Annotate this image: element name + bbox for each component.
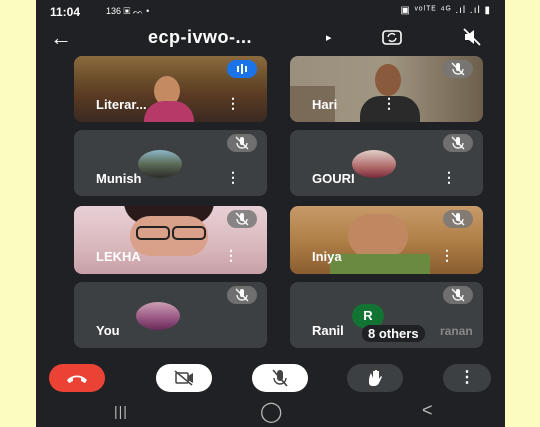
participant-tile[interactable]: Literar... ⋮ xyxy=(74,56,267,122)
participant-name: Hari xyxy=(312,97,338,112)
camera-toggle-button[interactable] xyxy=(156,364,212,392)
status-right-icons: ▣ ᵛᵒˡᵀᴱ ⁴ᴳ .ıl .ıl ▮ xyxy=(400,5,491,16)
participant-name: You xyxy=(96,323,120,338)
mic-active-icon xyxy=(227,60,257,78)
nav-back-icon[interactable]: < xyxy=(422,400,433,421)
status-bar: 11:04 136 ▣ ᨓ • ▣ ᵛᵒˡᵀᴱ ⁴ᴳ .ıl .ıl ▮ xyxy=(36,0,505,24)
overlapped-name: ranan xyxy=(440,324,473,338)
participant-tile[interactable]: LEKHA ⋮ xyxy=(74,206,267,274)
recents-icon[interactable]: ||| xyxy=(114,403,128,419)
switch-camera-icon[interactable] xyxy=(381,26,403,53)
others-tile[interactable]: R Ranil ranan 8 others xyxy=(290,282,483,348)
participant-name: Iniya xyxy=(312,249,342,264)
avatar xyxy=(138,150,182,178)
status-left-icons: 136 ▣ ᨓ • xyxy=(106,6,150,16)
speaker-off-icon[interactable] xyxy=(461,26,483,53)
system-nav-bar: ||| ◯ < xyxy=(36,396,505,427)
chevron-right-icon[interactable]: ▸ xyxy=(326,31,332,44)
status-time: 11:04 xyxy=(50,5,81,19)
more-options-icon[interactable]: ⋮ xyxy=(226,169,240,186)
mic-muted-icon xyxy=(443,210,473,228)
more-options-icon[interactable]: ⋮ xyxy=(226,95,240,112)
mic-toggle-button[interactable] xyxy=(252,364,308,392)
more-options-icon[interactable]: ⋮ xyxy=(440,247,454,264)
more-options-icon[interactable]: ⋮ xyxy=(442,169,456,186)
back-arrow-icon[interactable]: ← xyxy=(50,26,72,50)
others-count-label: 8 others xyxy=(362,325,425,342)
mic-muted-icon xyxy=(227,134,257,152)
mic-muted-icon xyxy=(443,60,473,78)
participant-name: Ranil xyxy=(312,323,344,338)
participant-name: GOURI xyxy=(312,171,355,186)
participant-tile[interactable]: GOURI ⋮ xyxy=(290,130,483,196)
participant-tile[interactable]: You xyxy=(74,282,267,348)
mic-muted-icon xyxy=(227,210,257,228)
participant-name: Literar... xyxy=(96,97,147,112)
participant-tile[interactable]: Hari ⋮ xyxy=(290,56,483,122)
avatar xyxy=(352,150,396,178)
participant-tile[interactable]: Iniya ⋮ xyxy=(290,206,483,274)
mic-muted-icon xyxy=(443,286,473,304)
mic-muted-icon xyxy=(443,134,473,152)
participant-tile[interactable]: Munish ⋮ xyxy=(74,130,267,196)
more-options-icon[interactable]: ⋮ xyxy=(382,95,396,112)
avatar xyxy=(136,302,180,330)
participant-name: LEKHA xyxy=(96,249,141,264)
more-options-button[interactable]: ⋮ xyxy=(443,364,491,392)
home-icon[interactable]: ◯ xyxy=(260,399,282,424)
raise-hand-button[interactable] xyxy=(347,364,403,392)
call-controls: ⋮ xyxy=(36,360,505,396)
more-options-icon[interactable]: ⋮ xyxy=(224,247,238,264)
participant-name: Munish xyxy=(96,171,142,186)
mic-muted-icon xyxy=(227,286,257,304)
meeting-header: ← ecp-ivwo-... ▸ xyxy=(36,24,505,54)
phone-screen: 11:04 136 ▣ ᨓ • ▣ ᵛᵒˡᵀᴱ ⁴ᴳ .ıl .ıl ▮ ← e… xyxy=(36,0,505,427)
meeting-title[interactable]: ecp-ivwo-... xyxy=(148,27,252,48)
end-call-button[interactable] xyxy=(49,364,105,392)
